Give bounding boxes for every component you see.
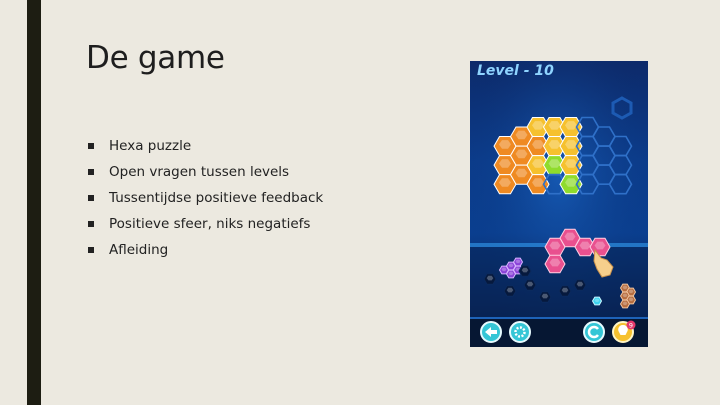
bullet-list: Hexa puzzle Open vragen tussen levels Tu… — [88, 136, 323, 266]
bullet-text: Open vragen tussen levels — [109, 164, 290, 180]
bullet-item: Open vragen tussen levels — [88, 162, 323, 188]
level-label: Level - 10 — [477, 63, 554, 79]
bullet-text: Hexa puzzle — [109, 138, 192, 154]
bullet-text: Afleiding — [109, 242, 169, 258]
square-bullet-icon — [88, 143, 94, 149]
square-bullet-icon — [88, 221, 94, 227]
bullet-item: Afleiding — [88, 240, 323, 266]
square-bullet-icon — [88, 247, 94, 253]
bullet-text: Tussentijdse positieve feedback — [109, 190, 324, 206]
game-screenshot: 9 Level - 10 — [470, 61, 648, 347]
bullet-item: Positieve sfeer, niks negatiefs — [88, 214, 323, 240]
settings-button[interactable] — [509, 321, 531, 343]
square-bullet-icon — [88, 195, 94, 201]
bullet-item: Tussentijdse positieve feedback — [88, 188, 323, 214]
bullet-item: Hexa puzzle — [88, 136, 323, 162]
back-button[interactable] — [480, 321, 502, 343]
square-bullet-icon — [88, 169, 94, 175]
slide-title: De game — [86, 40, 225, 76]
game-canvas: 9 — [470, 61, 648, 347]
left-accent-bar — [27, 0, 41, 405]
bullet-text: Positieve sfeer, niks negatiefs — [109, 216, 311, 232]
hint-count-badge: 9 — [629, 322, 633, 330]
restart-button[interactable] — [583, 321, 605, 343]
